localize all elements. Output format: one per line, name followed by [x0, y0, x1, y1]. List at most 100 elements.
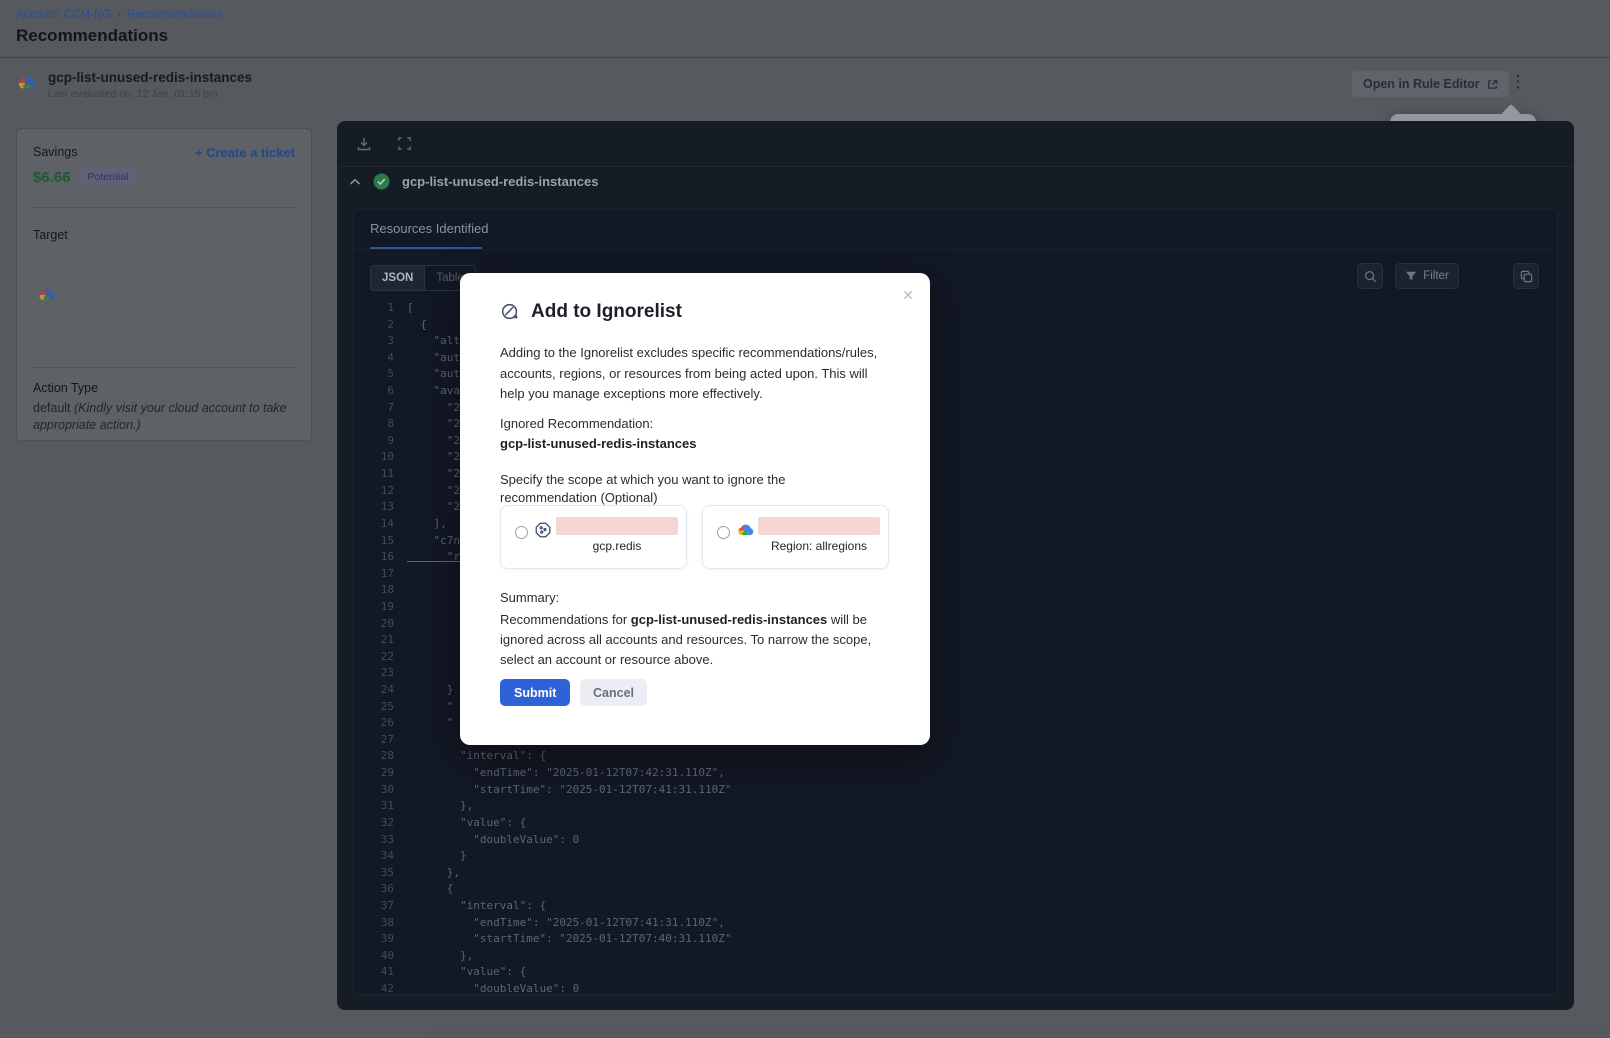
open-in-rule-editor-label: Open in Rule Editor [1363, 77, 1480, 91]
line-number: 3 [354, 333, 394, 350]
tabs-divider [354, 249, 1557, 250]
radio-button[interactable] [717, 526, 730, 539]
code-line: 28 "interval": { [354, 748, 1557, 765]
panel-toolbar [337, 121, 1574, 167]
create-ticket-button[interactable]: + Create a ticket [195, 145, 295, 160]
line-number: 11 [354, 466, 394, 483]
line-content: ], [394, 516, 447, 533]
line-number: 9 [354, 433, 394, 450]
radio-button[interactable] [515, 526, 528, 539]
line-content: }, [394, 798, 473, 815]
close-icon[interactable]: ✕ [902, 287, 914, 304]
line-content: "value": { [394, 964, 526, 981]
line-content [394, 649, 407, 666]
bottom-scrollbar[interactable] [430, 1031, 1610, 1038]
recommendation-name: gcp-list-unused-redis-instances [48, 70, 252, 85]
search-button[interactable] [1357, 263, 1383, 289]
gcp-logo-icon [16, 72, 38, 94]
scope-option-region-label: Region: allregions [758, 539, 880, 553]
filter-label: Filter [1423, 270, 1449, 282]
target-label: Target [33, 228, 68, 242]
line-content: "endTime": "2025-01-12T07:41:31.110Z", [394, 915, 725, 932]
line-content [394, 616, 407, 633]
line-number: 34 [354, 848, 394, 865]
tab-resources-identified[interactable]: Resources Identified [370, 221, 489, 245]
gcp-logo-icon [736, 521, 755, 540]
line-content: } [394, 682, 453, 699]
line-content: "startTime": "2025-01-12T07:40:31.110Z" [394, 931, 732, 948]
code-line: 31 }, [354, 798, 1557, 815]
target-gcp-icon [37, 285, 57, 305]
line-content: " [394, 699, 453, 716]
line-number: 10 [354, 449, 394, 466]
scope-option-region[interactable]: Region: allregions [702, 505, 889, 569]
toggle-json[interactable]: JSON [371, 266, 425, 290]
code-line: 41 "value": { [354, 964, 1557, 981]
success-check-icon [373, 173, 390, 190]
line-number: 36 [354, 881, 394, 898]
line-number: 38 [354, 915, 394, 932]
line-number: 24 [354, 682, 394, 699]
code-line: 29 "endTime": "2025-01-12T07:42:31.110Z"… [354, 765, 1557, 782]
header-divider [0, 57, 1610, 58]
submit-button[interactable]: Submit [500, 679, 570, 706]
more-options-kebab-button[interactable]: ⋮ [1506, 68, 1530, 96]
line-number: 42 [354, 981, 394, 995]
code-line: 33 "doubleValue": 0 [354, 832, 1557, 849]
ignore-icon [500, 302, 521, 323]
line-content: "avai [394, 383, 467, 400]
line-number: 17 [354, 566, 394, 583]
line-number: 13 [354, 499, 394, 516]
page-title: Recommendations [16, 26, 168, 46]
modal-description: Adding to the Ignorelist excludes specif… [500, 343, 884, 405]
redacted-account-name [556, 517, 678, 535]
code-line: 35 }, [354, 865, 1557, 882]
line-number: 4 [354, 350, 394, 367]
filter-button[interactable]: Filter [1395, 263, 1459, 289]
panel-rule-title: gcp-list-unused-redis-instances [402, 174, 598, 189]
line-number: 28 [354, 748, 394, 765]
line-content: "interval": { [394, 898, 546, 915]
summary-rule-name: gcp-list-unused-redis-instances [631, 612, 827, 627]
breadcrumb-account-link[interactable]: Account: CCM-NG [16, 9, 111, 21]
line-number: 33 [354, 832, 394, 849]
cancel-button[interactable]: Cancel [580, 679, 647, 706]
line-number: 30 [354, 782, 394, 799]
redacted-region-name [758, 517, 880, 535]
copy-button[interactable] [1513, 263, 1539, 289]
line-content [394, 665, 407, 682]
line-number: 37 [354, 898, 394, 915]
code-line: 40 }, [354, 948, 1557, 965]
line-number: 40 [354, 948, 394, 965]
breadcrumb: Account: CCM-NG›Recommendations [16, 9, 223, 21]
line-number: 41 [354, 964, 394, 981]
download-icon[interactable] [353, 133, 375, 155]
scope-option-rule[interactable]: gcp.redis [500, 505, 687, 569]
collapse-chevron-icon[interactable] [349, 178, 361, 186]
breadcrumb-page-link[interactable]: Recommendations [127, 9, 223, 21]
line-content: [ [394, 300, 414, 317]
line-number: 19 [354, 599, 394, 616]
open-in-rule-editor-button[interactable]: Open in Rule Editor [1352, 71, 1509, 97]
line-number: 26 [354, 715, 394, 732]
line-content: }, [394, 948, 473, 965]
line-number: 20 [354, 616, 394, 633]
savings-label: Savings [33, 145, 77, 159]
code-line: 37 "interval": { [354, 898, 1557, 915]
code-line: 42 "doubleValue": 0 [354, 981, 1557, 995]
fullscreen-icon[interactable] [393, 133, 415, 155]
line-content [394, 582, 407, 599]
line-number: 7 [354, 400, 394, 417]
card-divider [33, 367, 295, 368]
line-number: 35 [354, 865, 394, 882]
potential-badge: Potential [80, 168, 137, 186]
line-number: 39 [354, 931, 394, 948]
line-content [394, 599, 407, 616]
code-line: 39 "startTime": "2025-01-12T07:40:31.110… [354, 931, 1557, 948]
line-number: 1 [354, 300, 394, 317]
line-number: 29 [354, 765, 394, 782]
action-type-value: default (Kindly visit your cloud account… [33, 400, 295, 435]
line-number: 23 [354, 665, 394, 682]
code-line: 30 "startTime": "2025-01-12T07:41:31.110… [354, 782, 1557, 799]
scope-option-rule-label: gcp.redis [556, 539, 678, 553]
